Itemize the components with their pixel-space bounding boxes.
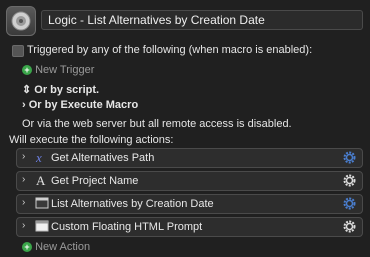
by-execute-macro-option[interactable]: › Or by Execute Macro	[22, 99, 138, 111]
action-custom-floating-html-prompt[interactable]: › Custom Floating HTML Prompt	[16, 217, 363, 237]
actions-header: Will execute the following actions:	[9, 134, 174, 146]
updown-chevron-icon: ⇕	[22, 84, 32, 96]
action-label: Get Alternatives Path	[51, 152, 155, 164]
disclosure-chevron-icon[interactable]: ›	[22, 174, 25, 185]
by-script-option[interactable]: ⇕ Or by script.	[22, 83, 99, 96]
window-icon	[35, 197, 49, 209]
chevron-right-icon: ›	[22, 99, 26, 111]
disclosure-chevron-icon[interactable]: ›	[22, 151, 25, 162]
macro-icon[interactable]	[6, 6, 36, 36]
action-label: Get Project Name	[51, 175, 139, 187]
new-trigger-label: New Trigger	[35, 64, 95, 76]
action-label: List Alternatives by Creation Date	[51, 198, 214, 210]
variable-x-icon: x	[35, 150, 42, 164]
new-action-button[interactable]: + New Action	[22, 241, 90, 253]
svg-text:A: A	[36, 173, 46, 187]
gear-icon[interactable]	[342, 173, 357, 188]
disclosure-chevron-icon[interactable]: ›	[22, 220, 25, 231]
new-trigger-button[interactable]: + New Trigger	[22, 64, 94, 76]
gear-icon[interactable]	[342, 196, 357, 211]
new-action-label: New Action	[35, 241, 91, 253]
html-window-icon	[35, 220, 49, 232]
svg-text:x: x	[35, 150, 42, 164]
action-label: Custom Floating HTML Prompt	[51, 221, 203, 233]
action-get-project-name[interactable]: › A Get Project Name	[16, 171, 363, 191]
by-script-label: Or by script.	[34, 84, 100, 96]
disclosure-chevron-icon[interactable]: ›	[22, 197, 25, 208]
gear-icon[interactable]	[342, 150, 357, 165]
gear-icon[interactable]	[342, 219, 357, 234]
web-server-note: Or via the web server but all remote acc…	[22, 118, 292, 130]
keyboard-maestro-icon	[11, 11, 31, 31]
plus-icon: +	[22, 65, 32, 76]
by-execute-macro-label: Or by Execute Macro	[28, 99, 139, 111]
macro-title-input[interactable]	[42, 11, 362, 29]
text-a-icon: A	[36, 173, 46, 187]
triggered-checkbox[interactable]	[12, 45, 24, 57]
action-get-alternatives-path[interactable]: › x Get Alternatives Path	[16, 148, 363, 168]
plus-icon: +	[22, 242, 32, 253]
macro-title-field[interactable]	[41, 10, 363, 30]
action-list-alternatives-by-creation-date[interactable]: › List Alternatives by Creation Date	[16, 194, 363, 214]
triggered-label: Triggered by any of the following (when …	[27, 44, 313, 56]
